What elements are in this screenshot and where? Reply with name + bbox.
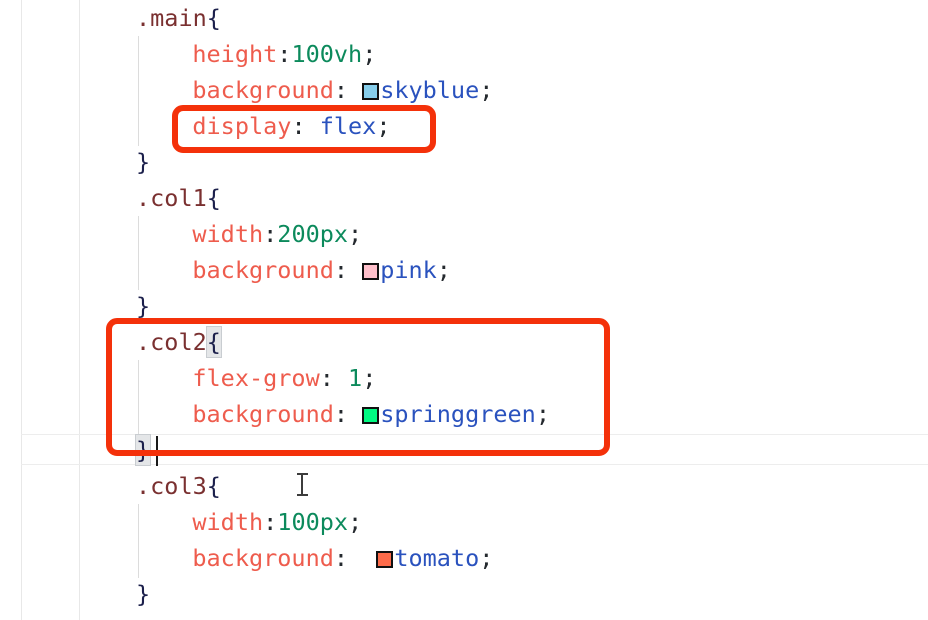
code-line-text: display: flex; [192, 108, 390, 144]
token-sel: .col1 [136, 184, 207, 212]
code-line[interactable]: background: pink; [0, 252, 451, 288]
color-swatch-icon[interactable] [362, 263, 380, 280]
color-swatch-icon[interactable] [362, 83, 380, 100]
token-num: 100vh [291, 40, 363, 68]
token-punc [348, 400, 362, 428]
code-line[interactable]: } [0, 144, 150, 180]
code-line[interactable]: width:100px; [0, 504, 362, 540]
token-punc: : [333, 76, 349, 104]
token-brace: } [136, 580, 151, 608]
code-line[interactable]: .col1{ [0, 180, 221, 216]
token-punc: : [263, 220, 278, 248]
token-prop: background [192, 400, 334, 428]
token-val: springgreen [380, 400, 536, 428]
code-line-text: } [136, 144, 150, 180]
token-punc: ; [362, 40, 377, 68]
code-line-text: flex-grow: 1; [192, 360, 376, 396]
token-punc: : [277, 40, 292, 68]
token-prop: flex-grow [192, 364, 320, 392]
code-line-text: background: springgreen; [192, 396, 550, 432]
token-brace: { [205, 326, 222, 358]
code-line[interactable]: width:200px; [0, 216, 362, 252]
token-prop: background [192, 544, 334, 572]
code-line[interactable]: display: flex; [0, 108, 390, 144]
code-line[interactable]: background: skyblue; [0, 72, 493, 108]
color-swatch-icon[interactable] [376, 551, 394, 568]
token-sel: .col3 [136, 472, 207, 500]
code-line-text: .col1{ [136, 180, 221, 216]
token-prop: background [192, 256, 334, 284]
code-line[interactable]: flex-grow: 1; [0, 360, 376, 396]
code-line[interactable]: } [0, 576, 150, 612]
token-punc: ; [479, 76, 494, 104]
token-punc [348, 544, 376, 572]
token-punc: ; [436, 256, 451, 284]
token-val: flex [305, 112, 377, 140]
token-punc: : [263, 508, 278, 536]
token-num: 200px [277, 220, 349, 248]
token-punc: ; [479, 544, 494, 572]
token-punc: ; [362, 364, 377, 392]
code-line-text: } [136, 288, 150, 324]
token-prop: display [192, 112, 292, 140]
code-line[interactable]: background: tomato; [0, 540, 493, 576]
code-line-text: } [136, 576, 150, 612]
token-val: skyblue [380, 76, 480, 104]
token-punc: ; [348, 220, 363, 248]
token-punc [348, 256, 362, 284]
token-brace: { [206, 472, 221, 500]
code-line-text: .col3{ [136, 468, 221, 504]
code-line-text: width:100px; [192, 504, 362, 540]
token-num: 100px [277, 508, 349, 536]
code-line[interactable]: .col3{ [0, 468, 221, 504]
code-line[interactable]: background: springgreen; [0, 396, 550, 432]
token-punc [348, 76, 362, 104]
token-brace: } [134, 434, 152, 466]
code-line-text: background: tomato; [192, 540, 493, 576]
code-line-text: .col2{ [136, 324, 222, 360]
code-line-text: .main{ [136, 0, 221, 36]
color-swatch-icon[interactable] [362, 407, 380, 424]
token-punc: ; [376, 112, 391, 140]
token-brace: } [136, 292, 151, 320]
code-line-text: height:100vh; [192, 36, 376, 72]
token-brace: { [206, 184, 221, 212]
token-num: 1 [333, 364, 363, 392]
code-line[interactable]: } [0, 432, 152, 468]
token-val: pink [380, 256, 437, 284]
i-beam-cursor-icon [297, 472, 308, 498]
token-brace: { [206, 4, 221, 32]
token-punc: : [333, 256, 349, 284]
text-caret [156, 436, 158, 466]
code-line-text: background: skyblue; [192, 72, 493, 108]
code-line[interactable]: .col2{ [0, 324, 222, 360]
token-punc: : [333, 400, 349, 428]
token-sel: .col2 [136, 328, 207, 356]
code-content[interactable]: .main{height:100vh; background: skyblue; d… [0, 0, 928, 620]
token-punc: ; [535, 400, 550, 428]
code-editor[interactable]: .main{height:100vh; background: skyblue; d… [0, 0, 928, 620]
token-punc: ; [348, 508, 363, 536]
token-prop: background [192, 76, 334, 104]
token-punc: : [291, 112, 306, 140]
code-line[interactable]: } [0, 288, 150, 324]
token-prop: width [192, 508, 264, 536]
code-line-text: } [134, 432, 152, 468]
token-val: tomato [394, 544, 480, 572]
token-prop: width [192, 220, 264, 248]
token-punc: : [333, 544, 349, 572]
token-punc: : [319, 364, 334, 392]
code-line-text: background: pink; [192, 252, 451, 288]
token-prop: height [192, 40, 278, 68]
code-line[interactable]: .main{ [0, 0, 221, 36]
code-line-text: width:200px; [192, 216, 362, 252]
token-brace: } [136, 148, 151, 176]
token-sel: .main [136, 4, 207, 32]
code-line[interactable]: height:100vh; [0, 36, 376, 72]
